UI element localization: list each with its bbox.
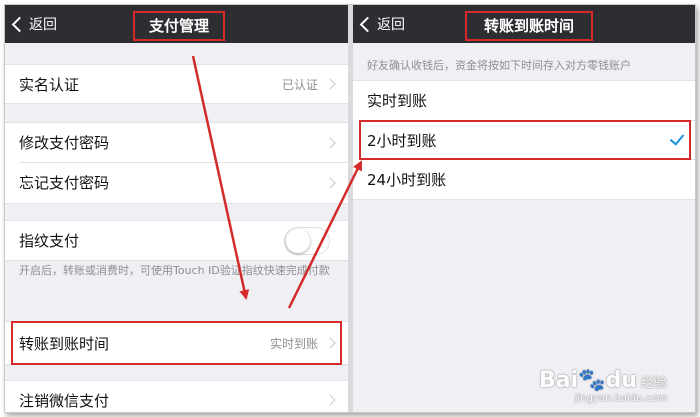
left-page-title: 支付管理	[133, 11, 225, 41]
chevron-right-icon	[324, 78, 336, 90]
fingerprint-hint: 开启后，转账或消费时，可使用Touch ID验证指纹快速完成付款	[19, 264, 330, 277]
watermark-domain: jingyan.baidu.com	[574, 393, 667, 404]
fingerprint-pay-cell: 指纹支付	[5, 220, 348, 261]
change-password-cell[interactable]: 修改支付密码	[5, 123, 348, 162]
screenshot-frame: 返回 支付管理 实名认证 已认证 修改支付密码 忘记支付密码 指纹支付 开启后，…	[4, 4, 696, 413]
watermark-brand: Bai	[539, 368, 579, 393]
right-page-title: 转账到账时间	[465, 11, 593, 41]
realname-value: 已认证	[281, 77, 318, 92]
right-navbar: 返回 转账到账时间	[353, 5, 695, 43]
left-back-label: 返回	[29, 17, 57, 33]
transfer-time-screen: 返回 转账到账时间 好友确认收钱后，资金将按如下时间存入对方零钱账户 实时到账 …	[353, 5, 695, 412]
realname-label: 实名认证	[19, 75, 80, 94]
option-realtime[interactable]: 实时到账	[353, 81, 695, 120]
forgot-password-label: 忘记支付密码	[19, 174, 110, 192]
transfer-time-hint: 好友确认收钱后，资金将按如下时间存入对方零钱账户	[367, 59, 631, 72]
cancel-wechat-pay-label: 注销微信支付	[19, 391, 110, 410]
left-navbar: 返回 支付管理	[5, 5, 348, 43]
paw-icon: 🐾	[578, 368, 606, 393]
baidu-jingyan-watermark: Bai🐾du 经验 jingyan.baidu.com	[539, 368, 667, 404]
highlight-box	[11, 321, 342, 365]
fingerprint-pay-label: 指纹支付	[19, 232, 80, 250]
fingerprint-toggle[interactable]	[284, 226, 330, 255]
left-back-button[interactable]: 返回	[11, 14, 57, 34]
chevron-right-icon	[324, 136, 336, 149]
highlight-box	[359, 120, 691, 160]
right-back-label: 返回	[377, 17, 405, 33]
option-24-hours[interactable]: 24小时到账	[353, 160, 695, 199]
chevron-right-icon	[324, 176, 336, 189]
watermark-du: du	[605, 368, 637, 393]
option-realtime-label: 实时到账	[367, 92, 428, 110]
watermark-suffix: 经验	[640, 376, 667, 391]
chevron-right-icon	[324, 394, 336, 406]
chevron-left-icon	[359, 16, 376, 32]
cancel-wechat-pay-cell[interactable]: 注销微信支付	[5, 380, 348, 412]
option-24-hours-label: 24小时到账	[367, 171, 447, 189]
toggle-knob	[286, 228, 310, 253]
realname-cell[interactable]: 实名认证 已认证	[5, 64, 348, 104]
forgot-password-cell[interactable]: 忘记支付密码	[5, 163, 348, 202]
chevron-left-icon	[11, 16, 28, 32]
payment-management-screen: 返回 支付管理 实名认证 已认证 修改支付密码 忘记支付密码 指纹支付 开启后，…	[5, 5, 348, 412]
password-group: 修改支付密码 忘记支付密码	[5, 122, 348, 204]
right-back-button[interactable]: 返回	[359, 14, 405, 34]
change-password-label: 修改支付密码	[19, 134, 110, 152]
